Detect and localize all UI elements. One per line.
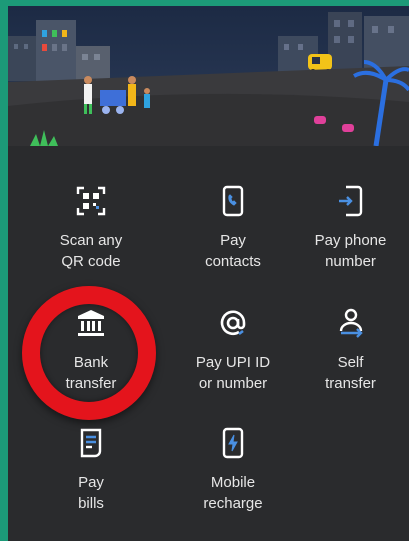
pay-contacts-label: Pay contacts xyxy=(205,232,261,270)
self-transfer-label: Self transfer xyxy=(325,354,376,392)
qr-scan-icon xyxy=(74,184,108,218)
pay-phone-number-label: Pay phone number xyxy=(314,232,387,270)
bank-transfer-label: Bank transfer xyxy=(65,354,117,392)
bank-icon xyxy=(74,306,108,340)
phone-contacts-icon xyxy=(216,184,250,218)
pay-upi-id-tile[interactable]: Pay UPI ID or number xyxy=(174,300,292,420)
self-transfer-icon xyxy=(334,306,368,340)
self-transfer-tile[interactable]: Self transfer xyxy=(292,300,409,420)
app-screen: Scan any QR code Pay contacts Pay phone … xyxy=(8,6,409,541)
mobile-recharge-label: Mobile recharge xyxy=(203,474,263,512)
bill-icon xyxy=(74,426,108,460)
pay-upi-id-label: Pay UPI ID or number xyxy=(195,354,271,392)
banner-illustration xyxy=(8,6,409,146)
pay-phone-number-tile[interactable]: Pay phone number xyxy=(292,178,409,300)
phone-pay-icon xyxy=(334,184,368,218)
bank-transfer-tile[interactable]: Bank transfer xyxy=(8,300,174,420)
mobile-recharge-tile[interactable]: Mobile recharge xyxy=(174,420,292,541)
mobile-recharge-icon xyxy=(216,426,250,460)
pay-bills-tile[interactable]: Pay bills xyxy=(8,420,174,541)
payment-options-grid: Scan any QR code Pay contacts Pay phone … xyxy=(8,178,409,541)
at-sign-icon xyxy=(216,306,250,340)
pay-contacts-tile[interactable]: Pay contacts xyxy=(174,178,292,300)
scan-qr-label: Scan any QR code xyxy=(59,232,123,270)
scan-qr-tile[interactable]: Scan any QR code xyxy=(8,178,174,300)
pay-bills-label: Pay bills xyxy=(78,474,104,512)
